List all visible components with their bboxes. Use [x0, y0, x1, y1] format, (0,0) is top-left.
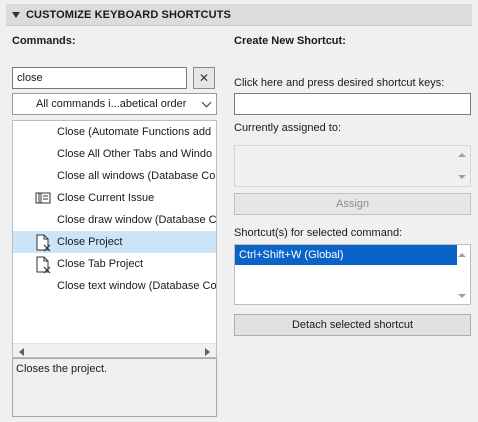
- list-item-label: Close Tab Project: [57, 258, 144, 270]
- command-description: Closes the project.: [16, 363, 108, 375]
- horizontal-scrollbar[interactable]: [13, 343, 216, 357]
- close-document-icon: [35, 234, 51, 252]
- list-item-label: Close (Automate Functions add: [57, 126, 212, 138]
- scroll-down-arrow-icon[interactable]: [458, 294, 466, 298]
- scroll-left-arrow-icon[interactable]: [19, 348, 24, 356]
- list-item-selected[interactable]: Close Project: [13, 231, 216, 253]
- list-item[interactable]: Close draw window (Database C: [13, 209, 216, 231]
- shortcut-keys-field[interactable]: [234, 93, 471, 115]
- command-filter-dropdown[interactable]: All commands i...abetical order: [12, 93, 217, 115]
- filter-selected-value: All commands i...abetical order: [36, 98, 187, 110]
- list-item-label: Close text window (Database Co: [57, 280, 216, 292]
- assigned-to-label: Currently assigned to:: [234, 122, 341, 134]
- commands-label: Commands:: [12, 35, 76, 47]
- list-item-label: Close all windows (Database Co: [57, 170, 216, 182]
- list-item-label: Close Project: [57, 236, 123, 248]
- section-header[interactable]: CUSTOMIZE KEYBOARD SHORTCUTS: [6, 4, 472, 26]
- scroll-up-arrow-icon[interactable]: [458, 253, 466, 257]
- list-item-label: Close All Other Tabs and Windo: [57, 148, 213, 160]
- shortcut-list[interactable]: Ctrl+Shift+W (Global): [234, 244, 471, 305]
- section-title: CUSTOMIZE KEYBOARD SHORTCUTS: [26, 9, 231, 21]
- create-shortcut-label: Create New Shortcut:: [234, 35, 346, 47]
- collapse-triangle-icon[interactable]: [12, 12, 20, 18]
- list-item[interactable]: Close (Automate Functions add: [13, 121, 216, 143]
- detach-shortcut-button[interactable]: Detach selected shortcut: [234, 314, 471, 336]
- command-description-box: Closes the project.: [12, 358, 217, 417]
- scroll-up-arrow-icon[interactable]: [458, 153, 466, 157]
- close-document-icon: [35, 256, 51, 274]
- list-item[interactable]: Close Current Issue: [13, 187, 216, 209]
- scroll-down-arrow-icon[interactable]: [458, 175, 466, 179]
- command-search-input[interactable]: [12, 67, 187, 89]
- scroll-right-arrow-icon[interactable]: [205, 348, 210, 356]
- assigned-to-box: [234, 145, 471, 187]
- assign-button[interactable]: Assign: [234, 193, 471, 215]
- shortcut-prompt-label: Click here and press desired shortcut ke…: [234, 77, 445, 89]
- issue-manager-icon: [35, 190, 51, 206]
- commands-list[interactable]: Close (Automate Functions add Close All …: [12, 120, 217, 358]
- selected-shortcuts-label: Shortcut(s) for selected command:: [234, 227, 403, 239]
- close-icon: ✕: [198, 71, 210, 85]
- list-item[interactable]: Close all windows (Database Co: [13, 165, 216, 187]
- list-item-label: Close draw window (Database C: [57, 214, 216, 226]
- list-item-label: Close Current Issue: [57, 192, 155, 204]
- list-item[interactable]: Close text window (Database Co: [13, 275, 216, 297]
- clear-search-button[interactable]: ✕: [193, 67, 215, 89]
- list-item[interactable]: Close All Other Tabs and Windo: [13, 143, 216, 165]
- shortcut-item-selected[interactable]: Ctrl+Shift+W (Global): [235, 245, 457, 265]
- list-item[interactable]: Close Tab Project: [13, 253, 216, 275]
- chevron-down-icon: [201, 97, 212, 108]
